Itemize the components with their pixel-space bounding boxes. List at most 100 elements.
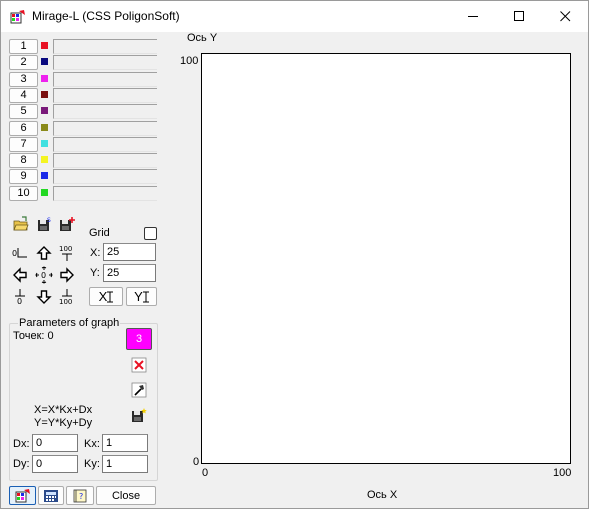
center-origin-button[interactable]: 0 [33,264,55,286]
layer-color-swatch [41,58,48,66]
plot-area[interactable] [201,53,571,464]
x-axis-title: Ось X [367,489,398,501]
layer-color-swatch [41,42,48,49]
arrow-down-icon [36,290,52,304]
grid-x-label: X: [90,247,101,259]
ky-label: Ky: [84,458,100,470]
x-tick-left: 0 [202,467,209,479]
layer-button[interactable]: 5 [9,104,38,120]
dy-label: Dy: [13,458,30,470]
delete-points-button[interactable] [128,354,150,376]
layer-color-swatch [41,74,48,82]
layer-button[interactable]: 3 [9,71,38,87]
title-bar[interactable]: Mirage-L (CSS PoligonSoft) [1,1,588,32]
grid-x-field[interactable]: 25 [103,243,156,261]
svg-text:0: 0 [12,249,17,258]
app-logo-button[interactable] [9,486,36,505]
layer-progress-bar [53,185,157,201]
main-content: 1 2 3 4 5 6 7 8 9 10 S Grid X: 25 Y: 25 … [1,32,588,508]
hammer-icon [131,382,147,398]
help-book-icon: ? [73,489,87,502]
points-count: Точек: 0 [13,330,54,342]
svg-text:0: 0 [41,271,46,280]
layer-color-swatch [41,139,48,147]
close-button[interactable]: Close [96,486,156,505]
save-disk-icon: S [38,217,51,231]
maximize-icon [513,11,524,21]
arrow-up-icon [36,246,52,260]
grid-y-label: Y: [90,267,100,279]
fit-y-button[interactable]: Y [126,287,157,306]
minimize-icon [467,16,478,17]
grid-y-field[interactable]: 25 [103,264,156,282]
svg-text:100: 100 [59,245,72,253]
x-tick-right: 100 [553,467,572,479]
svg-text:?: ? [79,492,83,501]
window-title: Mirage-L (CSS PoligonSoft) [32,9,180,23]
app-window: Mirage-L (CSS PoligonSoft) 1 2 3 4 5 6 7 8 9 10 [0,0,589,509]
pan-right-button[interactable] [56,264,78,286]
layer-progress-bar [53,39,157,54]
y-axis-title: Ось Y [187,32,218,44]
maximize-button[interactable] [496,1,542,32]
app-logo-icon [15,488,30,502]
origin-corner-icon: 0 [12,248,27,258]
delete-x-icon [131,357,147,373]
minimize-button[interactable] [450,1,496,32]
open-file-button[interactable] [10,213,32,235]
parameters-group: Parameters of graph Точек: 0 3 X=X*Kx+Dx… [9,317,158,481]
close-window-button[interactable] [542,1,588,32]
plot-canvas [202,54,570,463]
save-new-button[interactable] [56,213,78,235]
dx-field[interactable]: 0 [32,434,78,452]
help-button[interactable]: ? [66,486,94,505]
layer-button[interactable]: 2 [9,55,38,71]
bottom-zero-button[interactable]: 0 [9,286,31,308]
kx-label: Kx: [84,438,100,450]
pan-up-button[interactable] [33,242,55,264]
kx-field[interactable]: 1 [102,434,148,452]
dy-field[interactable]: 0 [32,455,78,473]
layer-button[interactable]: 1 [9,39,38,54]
grid-checkbox[interactable] [144,227,157,240]
layer-color-swatch [41,156,48,164]
current-layer-button[interactable]: 3 [126,328,152,350]
fit-x-icon [107,291,114,302]
layer-progress-bar [53,87,157,103]
arrow-left-icon [13,267,27,283]
fit-y-icon [142,291,149,302]
layer-button[interactable]: 7 [9,136,38,152]
save-star-icon [132,408,147,422]
top-hundred-icon: 100 [59,245,72,261]
bottom-hundred-icon: 100 [59,289,72,306]
calculator-button[interactable] [38,486,64,505]
pan-left-button[interactable] [9,264,31,286]
calculator-icon [44,489,58,502]
top-limit-button[interactable]: 100 [56,242,78,264]
fit-x-label: X [98,289,108,304]
formula-y: Y=Y*Ky+Dy [34,417,93,429]
y-tick-bottom: 0 [193,456,200,468]
save-points-button[interactable] [128,404,150,426]
origin-corner-button[interactable]: 0 [9,242,31,264]
pan-down-button[interactable] [33,286,55,308]
bottom-hundred-button[interactable]: 100 [56,286,78,308]
layer-button[interactable]: 8 [9,153,38,169]
close-icon [559,11,570,22]
layer-progress-bar [53,136,157,152]
open-folder-icon [13,216,29,231]
layer-button[interactable]: 10 [9,185,38,201]
layer-button[interactable]: 4 [9,87,38,103]
ky-field[interactable]: 1 [102,455,148,473]
edit-tool-button[interactable] [128,379,150,401]
formula-x: X=X*Kx+Dx [34,404,93,416]
layer-color-swatch [41,90,48,98]
save-as-button[interactable]: S [33,213,55,235]
app-logo-icon [10,9,26,25]
layer-progress-bar [53,104,157,120]
layer-progress-bar [53,120,157,136]
layer-button[interactable]: 9 [9,169,38,185]
layer-button[interactable]: 6 [9,120,38,136]
fit-x-button[interactable]: X [89,287,123,306]
layer-color-swatch [41,188,48,196]
